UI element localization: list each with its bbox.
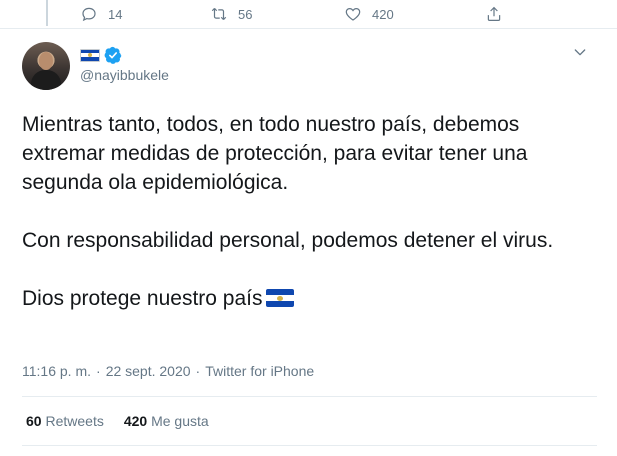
reply-count: 14 bbox=[108, 6, 123, 22]
chevron-down-icon[interactable] bbox=[572, 44, 588, 60]
tweet-paragraph-text: Dios protege nuestro país bbox=[22, 287, 263, 310]
user-handle[interactable]: @nayibbukele bbox=[80, 67, 169, 83]
stats-top-divider bbox=[22, 396, 597, 397]
tweet-metadata: 11:16 p. m. · 22 sept. 2020 · Twitter fo… bbox=[22, 363, 314, 379]
el-salvador-flag-icon bbox=[80, 48, 100, 62]
meta-separator: · bbox=[96, 363, 101, 379]
like-count: 420 bbox=[372, 6, 394, 22]
share-upload-icon bbox=[487, 6, 501, 21]
tweet-source[interactable]: Twitter for iPhone bbox=[205, 363, 314, 379]
verified-badge-icon bbox=[104, 46, 122, 64]
retweet-arrows-icon bbox=[211, 7, 227, 21]
retweets-stat[interactable]: 60 Retweets bbox=[26, 413, 104, 429]
speech-bubble-icon bbox=[82, 7, 96, 22]
tweet-date[interactable]: 22 sept. 2020 bbox=[106, 363, 191, 379]
retweet-count: 56 bbox=[238, 6, 253, 22]
avatar-face bbox=[39, 52, 53, 70]
retweet-action[interactable]: 56 bbox=[210, 5, 252, 23]
share-action[interactable] bbox=[485, 5, 503, 23]
retweets-label: Retweets bbox=[45, 413, 104, 429]
reply-action[interactable]: 14 bbox=[80, 5, 122, 23]
display-name-row[interactable] bbox=[80, 46, 122, 64]
meta-separator: · bbox=[195, 363, 201, 379]
el-salvador-flag-emoji-icon bbox=[266, 289, 295, 307]
retweets-count: 60 bbox=[26, 413, 42, 429]
tweet-time[interactable]: 11:16 p. m. bbox=[22, 363, 91, 379]
tweet-paragraph: Mientras tanto, todos, en todo nuestro p… bbox=[22, 113, 528, 194]
tweet-stats: 60 Retweets 420 Me gusta bbox=[26, 413, 209, 429]
like-action[interactable]: 420 bbox=[344, 5, 394, 23]
avatar-body bbox=[31, 70, 61, 90]
avatar[interactable] bbox=[22, 42, 70, 90]
likes-stat[interactable]: 420 Me gusta bbox=[124, 413, 209, 429]
stats-bottom-divider bbox=[22, 445, 597, 446]
likes-count: 420 bbox=[123, 413, 148, 429]
previous-tweet-actions: 14 56 420 bbox=[0, 5, 617, 27]
tweet-paragraph-last: Dios protege nuestro país bbox=[22, 284, 592, 313]
likes-label: Me gusta bbox=[151, 413, 209, 429]
tweet-body: Mientras tanto, todos, en todo nuestro p… bbox=[22, 110, 592, 313]
tweet-divider bbox=[0, 28, 617, 29]
tweet-paragraph: Con responsabilidad personal, podemos de… bbox=[22, 229, 554, 252]
heart-icon bbox=[345, 7, 361, 21]
